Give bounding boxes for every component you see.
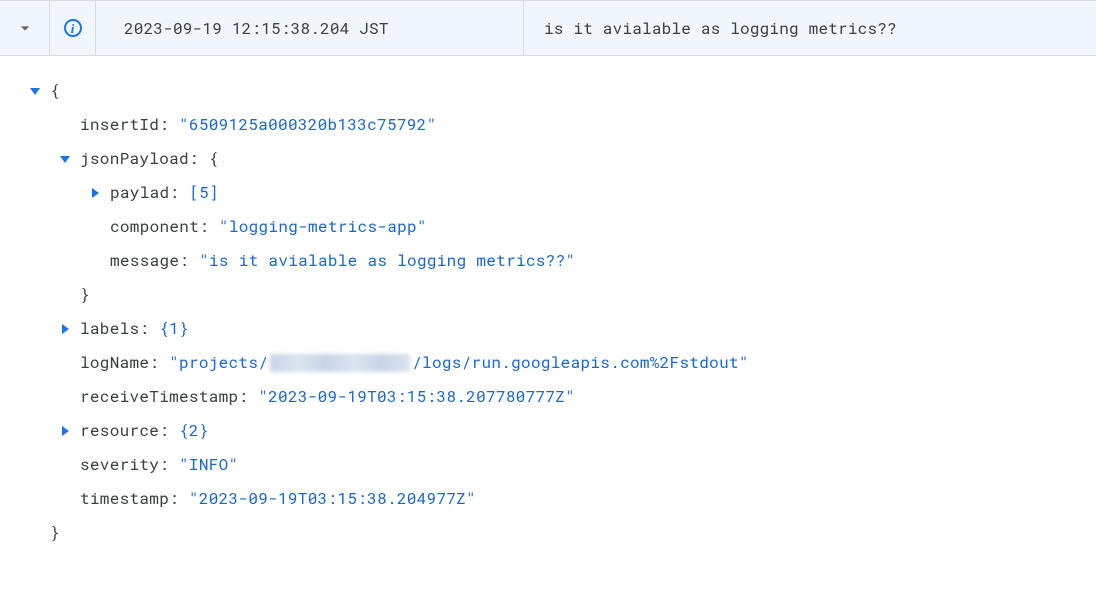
json-value: "is it avialable as logging metrics??" [199,244,575,278]
json-root-open[interactable]: { [20,74,1096,108]
json-value: "logging-metrics-app" [219,210,427,244]
tree-toggle[interactable] [50,324,80,334]
json-field-labels[interactable]: labels: {1} [20,312,1096,346]
tree-toggle[interactable] [50,426,80,436]
message-text: is it avialable as logging metrics?? [544,18,897,39]
timestamp-text: 2023-09-19 12:15:38.204 JST [124,18,389,39]
redacted-text [270,354,410,372]
json-value: {1} [159,312,189,346]
log-entry-row[interactable]: i 2023-09-19 12:15:38.204 JST is it avia… [0,0,1096,56]
json-value-suffix: /logs/run.googleapis.com%2Fstdout" [412,346,749,380]
json-key: resource: [80,414,169,448]
json-value: [5] [189,176,219,210]
json-key: logName: [80,346,159,380]
json-key: labels: [80,312,149,346]
tree-toggle[interactable] [80,188,110,198]
json-value-prefix: "projects/ [169,346,268,380]
timestamp-cell: 2023-09-19 12:15:38.204 JST [96,1,524,55]
tree-toggle[interactable] [50,154,80,164]
json-value: "INFO" [179,448,238,482]
brace-close: } [80,278,90,312]
json-key: timestamp: [80,482,179,516]
json-root-close: } [20,516,1096,550]
json-field-logname[interactable]: logName: "projects/ /logs/run.googleapis.… [20,346,1096,380]
json-field-resource[interactable]: resource: {2} [20,414,1096,448]
expand-cell[interactable] [0,1,50,55]
json-field-insertid[interactable]: insertId: "6509125a000320b133c75792" [20,108,1096,142]
json-key: severity: [80,448,169,482]
severity-cell[interactable]: i [50,1,96,55]
json-field-timestamp[interactable]: timestamp: "2023-09-19T03:15:38.204977Z" [20,482,1096,516]
json-jsonpayload-close: } [20,278,1096,312]
message-cell: is it avialable as logging metrics?? [524,1,1096,55]
json-key: message: [110,244,189,278]
json-field-paylad[interactable]: paylad: [5] [20,176,1096,210]
brace-open: { [50,74,60,108]
json-field-jsonpayload[interactable]: jsonPayload: { [20,142,1096,176]
json-field-component[interactable]: component: "logging-metrics-app" [20,210,1096,244]
json-field-receivetimestamp[interactable]: receiveTimestamp: "2023-09-19T03:15:38.2… [20,380,1096,414]
json-key: insertId: [80,108,169,142]
json-value: "2023-09-19T03:15:38.204977Z" [189,482,476,516]
brace-close: } [50,516,60,550]
tree-toggle[interactable] [20,86,50,96]
chevron-down-icon [15,18,35,38]
json-key: receiveTimestamp: [80,380,248,414]
json-viewer: { insertId: "6509125a000320b133c75792" j… [0,56,1096,550]
info-icon: i [64,19,82,37]
brace-open: { [209,142,219,176]
json-key: component: [110,210,209,244]
json-key: paylad: [110,176,179,210]
json-value: "6509125a000320b133c75792" [179,108,436,142]
json-key: jsonPayload: [80,142,199,176]
json-value: "2023-09-19T03:15:38.207780777Z" [258,380,575,414]
json-field-severity[interactable]: severity: "INFO" [20,448,1096,482]
json-value: {2} [179,414,209,448]
json-field-message[interactable]: message: "is it avialable as logging met… [20,244,1096,278]
